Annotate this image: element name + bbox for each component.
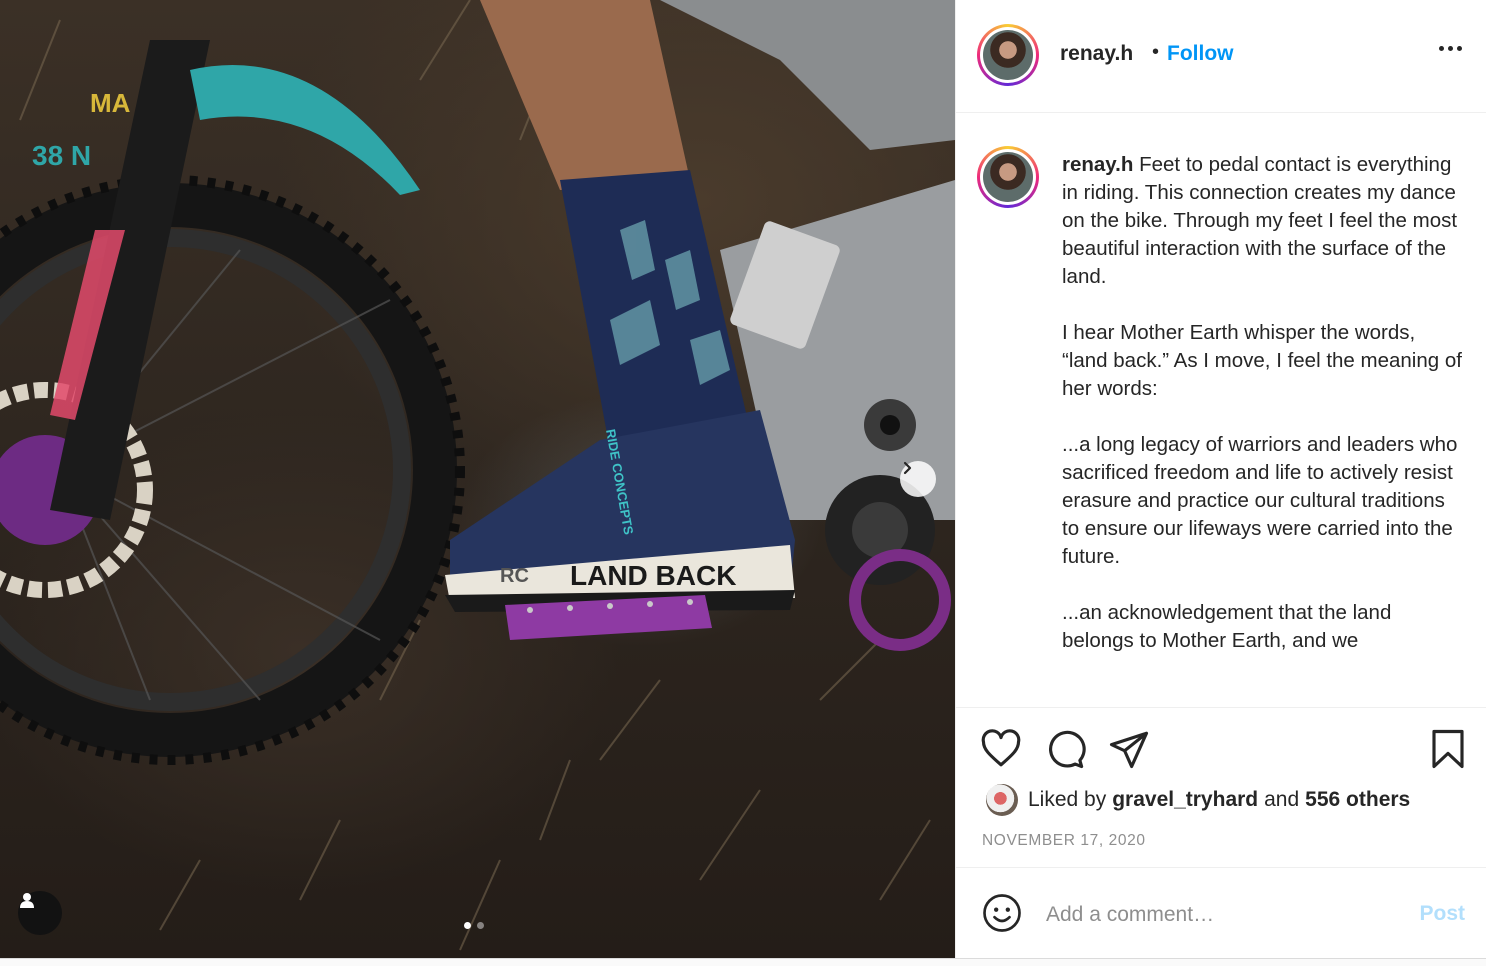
liker-avatar[interactable] xyxy=(986,784,1018,816)
author-username-link[interactable]: renay.h xyxy=(1060,42,1133,66)
likes-summary: Liked by gravel_tryhard and 556 others xyxy=(986,784,1410,816)
post-side-panel: renay.h • Follow renay.h Feet to pedal c… xyxy=(955,0,1486,958)
comment-bar: Post xyxy=(956,867,1486,958)
carousel-next-button[interactable] xyxy=(900,461,936,497)
shoe-logo-text: RC xyxy=(500,565,529,587)
carousel-indicator xyxy=(464,922,484,929)
svg-text:38 N: 38 N xyxy=(32,140,91,171)
comment-icon[interactable] xyxy=(1044,728,1086,770)
post-photo[interactable]: MA 38 N LAND BACK RC RIDE CONCEPTS xyxy=(0,0,955,958)
post-date[interactable]: NOVEMBER 17, 2020 xyxy=(982,832,1146,850)
liker-username-link[interactable]: gravel_tryhard xyxy=(1112,788,1258,812)
emoji-icon[interactable] xyxy=(982,893,1022,933)
shoe-land-back-text: LAND BACK xyxy=(570,560,736,591)
post-comment-button[interactable]: Post xyxy=(1419,902,1465,926)
tagged-users-button[interactable] xyxy=(18,891,62,935)
bike-photo-illustration: MA 38 N LAND BACK RC RIDE CONCEPTS xyxy=(0,0,955,951)
caption-username-link[interactable]: renay.h xyxy=(1062,153,1133,176)
post-actions: Liked by gravel_tryhard and 556 others N… xyxy=(956,707,1486,867)
comment-input[interactable] xyxy=(1046,898,1386,932)
follow-button[interactable]: Follow xyxy=(1167,42,1234,66)
caption-author-avatar[interactable] xyxy=(977,146,1039,208)
liked-by-label: Liked by xyxy=(1028,788,1107,811)
post-header: renay.h • Follow xyxy=(956,0,1486,113)
share-icon[interactable] xyxy=(1108,728,1150,770)
page-bottom-edge xyxy=(0,958,1486,966)
more-horizontal-icon[interactable] xyxy=(1439,46,1462,51)
caption-paragraph: I hear Mother Earth whisper the words, “… xyxy=(1062,321,1462,400)
liked-joiner: and xyxy=(1264,788,1300,811)
author-avatar[interactable] xyxy=(977,24,1039,86)
svg-text:MA: MA xyxy=(90,88,131,118)
user-icon xyxy=(20,893,34,908)
caption-paragraph: ...an acknowledgement that the land belo… xyxy=(1062,601,1392,652)
chevron-right-icon xyxy=(903,461,912,475)
caption-scroll-area[interactable]: renay.h Feet to pedal contact is everyth… xyxy=(956,113,1486,707)
heart-icon[interactable] xyxy=(980,728,1022,770)
bookmark-icon[interactable] xyxy=(1427,728,1469,770)
follow-separator: • xyxy=(1152,41,1160,63)
carousel-dot xyxy=(477,922,484,929)
caption-paragraph: ...a long legacy of warriors and leaders… xyxy=(1062,433,1458,568)
likes-others-link[interactable]: 556 others xyxy=(1305,788,1410,812)
caption-paragraph: renay.h Feet to pedal contact is everyth… xyxy=(1062,151,1462,291)
caption-text: renay.h Feet to pedal contact is everyth… xyxy=(1062,151,1462,683)
carousel-dot-active xyxy=(464,922,471,929)
